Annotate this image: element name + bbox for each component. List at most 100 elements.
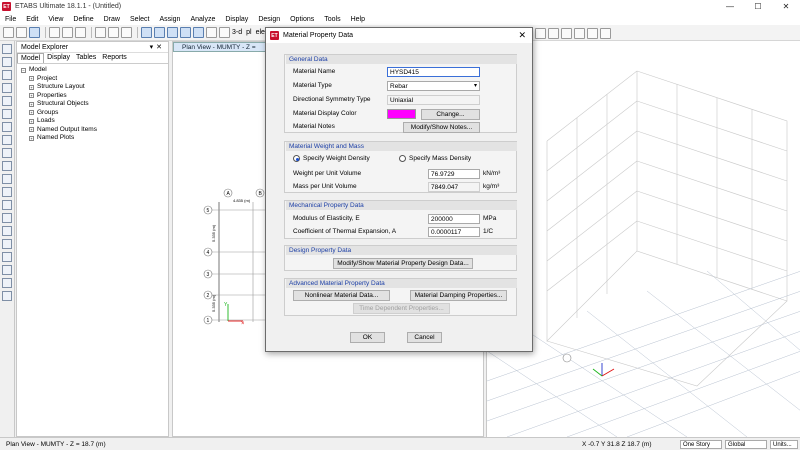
draw-brace-icon[interactable] <box>2 122 12 132</box>
menu-select[interactable]: Select <box>125 16 154 23</box>
menu-define[interactable]: Define <box>68 16 98 23</box>
save-icon[interactable] <box>29 27 40 38</box>
material-name-input[interactable]: HYSD415 <box>387 67 480 77</box>
weight-per-volume-input[interactable]: 76.9729 <box>428 169 480 179</box>
tree-node-structural-objects[interactable]: + Structural Objects <box>21 100 164 109</box>
draw-section-cut-icon[interactable] <box>2 200 12 210</box>
snap-intersection-icon[interactable] <box>2 265 12 275</box>
minimize-icon[interactable]: — <box>716 0 744 13</box>
damping-properties-button[interactable]: Material Damping Properties... <box>410 290 507 301</box>
expand-icon[interactable]: + <box>29 127 34 133</box>
run-icon[interactable] <box>121 27 132 38</box>
show-forces-icon[interactable] <box>587 28 598 39</box>
menu-analyze[interactable]: Analyze <box>185 16 220 23</box>
zoom-previous-icon[interactable] <box>167 27 178 38</box>
tree-node-named-output-items[interactable]: + Named Output Items <box>21 126 164 135</box>
ok-button[interactable]: OK <box>350 332 385 343</box>
draw-grid-icon[interactable] <box>2 187 12 197</box>
design-icon[interactable] <box>600 28 611 39</box>
menu-edit[interactable]: Edit <box>21 16 43 23</box>
new-file-icon[interactable] <box>3 27 14 38</box>
tree-node-project[interactable]: + Project <box>21 75 164 84</box>
menu-design[interactable]: Design <box>253 16 285 23</box>
expand-icon[interactable]: + <box>29 93 34 99</box>
tree-node-named-plots[interactable]: + Named Plots <box>21 134 164 143</box>
draw-floor-icon[interactable] <box>2 135 12 145</box>
tree-node-structure-layout[interactable]: + Structure Layout <box>21 83 164 92</box>
show-loads-icon[interactable] <box>561 28 572 39</box>
reshape-icon[interactable] <box>2 57 12 67</box>
3d-view-window[interactable] <box>486 41 800 437</box>
menu-draw[interactable]: Draw <box>99 16 125 23</box>
modify-notes-button[interactable]: Modify/Show Notes... <box>403 122 480 133</box>
menu-help[interactable]: Help <box>346 16 370 23</box>
weight-density-option[interactable]: Specify Weight Density <box>303 155 370 162</box>
close-window-icon[interactable]: ✕ <box>772 0 800 13</box>
draw-link-icon[interactable] <box>2 174 12 184</box>
snap-lines-icon[interactable] <box>2 291 12 301</box>
menu-options[interactable]: Options <box>285 16 319 23</box>
tree-node-model[interactable]: − Model <box>21 66 164 75</box>
story-selector[interactable]: One Story <box>680 439 722 449</box>
nonlinear-data-button[interactable]: Nonlinear Material Data... <box>293 290 390 301</box>
maximize-icon[interactable]: ☐ <box>744 0 772 13</box>
snap-icon[interactable] <box>2 239 12 249</box>
zoom-out-icon[interactable] <box>193 27 204 38</box>
expand-icon[interactable]: + <box>29 135 34 141</box>
cancel-button[interactable]: Cancel <box>407 332 442 343</box>
zoom-extents-icon[interactable] <box>154 27 165 38</box>
thermal-expansion-input[interactable]: 0.0000117 <box>428 227 480 237</box>
expand-icon[interactable]: + <box>29 101 34 107</box>
menu-display[interactable]: Display <box>220 16 253 23</box>
draw-opening-icon[interactable] <box>2 161 12 171</box>
view-3d-button[interactable]: 3-d <box>232 29 242 36</box>
draw-frame-icon[interactable] <box>2 83 12 93</box>
draw-beam-icon[interactable] <box>2 109 12 119</box>
zoom-window-icon[interactable] <box>141 27 152 38</box>
draw-column-icon[interactable] <box>2 96 12 106</box>
expand-icon[interactable]: + <box>29 110 34 116</box>
expand-icon[interactable]: + <box>29 76 34 82</box>
lock-icon[interactable] <box>108 27 119 38</box>
tab-display[interactable]: Display <box>44 53 73 63</box>
units-button[interactable]: Units... <box>770 439 798 449</box>
expand-icon[interactable]: + <box>29 118 34 124</box>
menu-view[interactable]: View <box>43 16 68 23</box>
weight-density-radio[interactable] <box>293 155 300 162</box>
mass-density-option[interactable]: Specify Mass Density <box>409 155 471 162</box>
tree-node-loads[interactable]: + Loads <box>21 117 164 126</box>
design-data-button[interactable]: Modify/Show Material Property Design Dat… <box>333 258 473 269</box>
tab-reports[interactable]: Reports <box>99 53 130 63</box>
set-display-options-icon[interactable] <box>535 28 546 39</box>
rubber-band-zoom-icon[interactable] <box>219 27 230 38</box>
refresh-icon[interactable] <box>75 27 86 38</box>
pin-close-icons[interactable]: ▾✕ <box>150 43 165 51</box>
change-color-button[interactable]: Change... <box>421 109 480 120</box>
material-type-select[interactable]: Rebar <box>387 81 480 91</box>
tree-node-properties[interactable]: + Properties <box>21 92 164 101</box>
select-pointer-icon[interactable] <box>2 44 12 54</box>
tree-node-groups[interactable]: + Groups <box>21 109 164 118</box>
pan-icon[interactable] <box>206 27 217 38</box>
snap-perpendicular-icon[interactable] <box>2 278 12 288</box>
draw-joint-icon[interactable] <box>2 70 12 80</box>
menu-file[interactable]: File <box>0 16 21 23</box>
close-icon[interactable]: ✕ <box>518 30 526 41</box>
snap-midpoint-icon[interactable] <box>2 252 12 262</box>
coordinate-system-selector[interactable]: Global <box>725 439 767 449</box>
menu-tools[interactable]: Tools <box>319 16 345 23</box>
menu-assign[interactable]: Assign <box>154 16 185 23</box>
view-plan-button[interactable]: pl <box>246 29 251 36</box>
undo-icon[interactable] <box>49 27 60 38</box>
tab-model[interactable]: Model <box>17 53 45 63</box>
zoom-in-icon[interactable] <box>180 27 191 38</box>
show-undeformed-icon[interactable] <box>548 28 559 39</box>
3d-view-canvas[interactable] <box>487 41 800 437</box>
pencil-icon[interactable] <box>95 27 106 38</box>
mass-density-radio[interactable] <box>399 155 406 162</box>
collapse-icon[interactable]: − <box>21 67 26 73</box>
draw-reference-point-icon[interactable] <box>2 226 12 236</box>
draw-wall-icon[interactable] <box>2 148 12 158</box>
tab-tables[interactable]: Tables <box>73 53 99 63</box>
open-file-icon[interactable] <box>16 27 27 38</box>
